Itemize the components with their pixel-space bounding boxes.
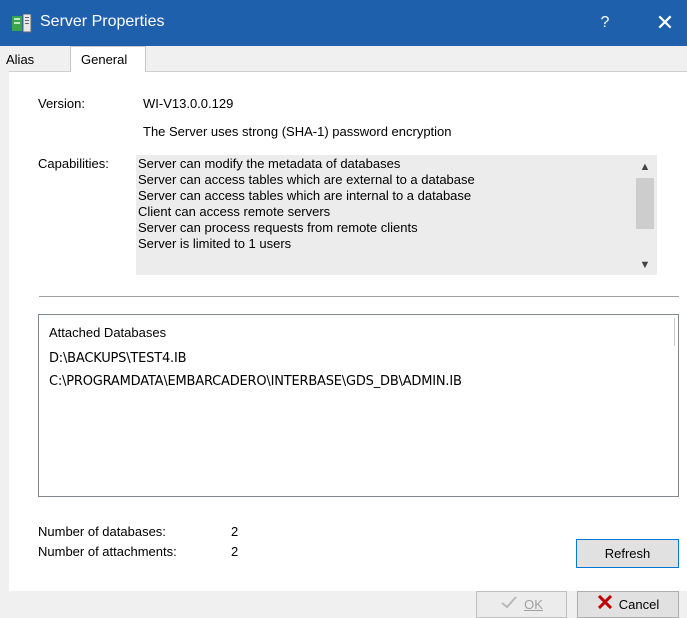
list-item[interactable]: D:\BACKUPS\TEST4.IB — [49, 351, 186, 366]
server-properties-window: Server Properties ? ✕ Alias General Vers… — [0, 0, 687, 618]
cancel-label: Cancel — [618, 597, 660, 612]
capability-item: Server can modify the metadata of databa… — [138, 156, 401, 171]
help-button[interactable]: ? — [590, 11, 620, 35]
ok-label: OK — [524, 597, 543, 612]
capabilities-list[interactable]: Server can modify the metadata of databa… — [136, 155, 657, 275]
cancel-button[interactable]: Cancel — [577, 591, 679, 618]
num-databases-value: 2 — [231, 524, 239, 539]
version-label: Version: — [38, 96, 85, 111]
capabilities-label: Capabilities: — [38, 156, 109, 171]
close-button[interactable]: ✕ — [650, 9, 680, 37]
num-databases-label: Number of databases: — [38, 524, 166, 539]
scroll-down-icon[interactable]: ▼ — [634, 255, 656, 275]
refresh-button[interactable]: Refresh — [576, 539, 679, 568]
list-item[interactable]: C:\PROGRAMDATA\EMBARCADERO\INTERBASE\GDS… — [49, 374, 462, 389]
scroll-up-icon[interactable]: ▲ — [634, 157, 656, 177]
capability-item: Server is limited to 1 users — [138, 236, 292, 251]
list-column-divider — [674, 318, 675, 346]
capability-item: Server can access tables which are inter… — [138, 188, 472, 203]
tab-alias[interactable]: Alias — [4, 49, 56, 71]
tab-general[interactable]: General — [70, 46, 146, 72]
attached-databases-header: Attached Databases — [49, 325, 167, 340]
title-bar: Server Properties ? ✕ — [0, 0, 687, 46]
server-app-icon — [12, 13, 32, 33]
capability-item: Server can process requests from remote … — [138, 220, 418, 235]
cancel-x-icon — [597, 592, 613, 617]
attached-databases-list[interactable]: Attached Databases D:\BACKUPS\TEST4.IB C… — [38, 314, 679, 497]
window-title: Server Properties — [40, 13, 165, 30]
capability-item: Client can access remote servers — [138, 204, 331, 219]
num-attachments-label: Number of attachments: — [38, 544, 177, 559]
capabilities-scrollbar[interactable]: ▲ ▼ — [634, 155, 656, 275]
capability-item: Server can access tables which are exter… — [138, 172, 475, 187]
section-divider — [39, 296, 679, 298]
ok-button[interactable]: OK — [476, 591, 567, 618]
version-value: WI-V13.0.0.129 — [143, 96, 234, 111]
num-attachments-value: 2 — [231, 544, 239, 559]
checkmark-icon — [500, 592, 518, 617]
scroll-thumb[interactable] — [636, 178, 654, 229]
encryption-note: The Server uses strong (SHA-1) password … — [143, 124, 452, 139]
